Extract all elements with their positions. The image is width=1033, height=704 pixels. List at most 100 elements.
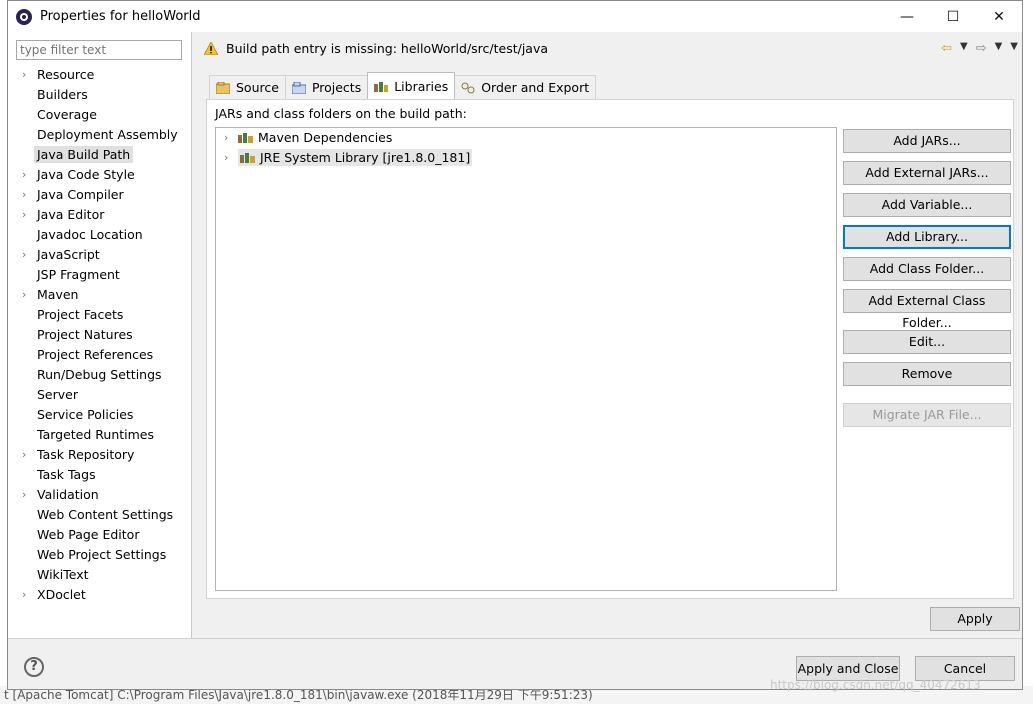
sidebar-item[interactable]: JSP Fragment (8, 265, 192, 285)
add-library-button[interactable]: Add Library... (843, 225, 1011, 249)
sidebar-item-label: Service Policies (37, 407, 134, 422)
sidebar-item-label: Server (37, 387, 78, 402)
expand-chevron-icon[interactable]: › (22, 205, 26, 225)
expand-chevron-icon[interactable]: › (22, 445, 26, 465)
sidebar-item[interactable]: Web Content Settings (8, 505, 192, 525)
sidebar-item[interactable]: Task Tags (8, 465, 192, 485)
sidebar-item[interactable]: › Maven (8, 285, 192, 305)
forward-arrow-icon[interactable]: ⇨ (976, 41, 987, 56)
sidebar-item[interactable]: Javadoc Location (8, 225, 192, 245)
sidebar-item[interactable]: Web Page Editor (8, 525, 192, 545)
sidebar-item-label: Deployment Assembly (37, 127, 178, 142)
expand-chevron-icon[interactable]: › (22, 585, 26, 605)
close-button[interactable]: ✕ (976, 1, 1022, 32)
tab-order-and-export-label: Order and Export (481, 80, 590, 95)
migrate-jar-button[interactable]: Migrate JAR File... (843, 403, 1011, 427)
sidebar-item[interactable]: › Java Editor (8, 205, 192, 225)
tab-projects-label: Projects (311, 80, 362, 95)
sidebar-item-label: Coverage (37, 107, 97, 122)
help-icon[interactable]: ? (24, 657, 44, 677)
window-controls: — ☐ ✕ (884, 1, 1022, 32)
expand-chevron-icon[interactable]: › (22, 285, 26, 305)
library-entry-label: Maven Dependencies (258, 130, 393, 145)
sidebar-item[interactable]: Project Facets (8, 305, 192, 325)
sidebar-item[interactable]: WikiText (8, 565, 192, 585)
sidebar-item[interactable]: Server (8, 385, 192, 405)
sidebar-item[interactable]: › JavaScript (8, 245, 192, 265)
expand-chevron-icon[interactable]: › (22, 185, 26, 205)
sidebar-item[interactable]: Builders (8, 85, 192, 105)
source-folder-icon (215, 81, 231, 94)
sidebar-item-label: Java Compiler (37, 187, 124, 202)
button-bar-separator (8, 638, 1022, 639)
sidebar-item[interactable]: › Java Code Style (8, 165, 192, 185)
sidebar-item-label: WikiText (37, 567, 89, 582)
message-area: Build path entry is missing: helloWorld/… (204, 39, 548, 57)
library-entry[interactable]: › Maven Dependencies (216, 128, 836, 148)
title-bar: Properties for helloWorld — ☐ ✕ (8, 1, 1022, 32)
build-path-tabs: Source Projects Libraries Order and Expo… (209, 72, 597, 99)
eclipse-icon (16, 8, 32, 25)
add-external-class-folder-button[interactable]: Add External Class Folder... (843, 289, 1011, 330)
library-icon (238, 129, 254, 143)
add-variable-button[interactable]: Add Variable... (843, 193, 1011, 217)
maximize-button[interactable]: ☐ (930, 1, 976, 32)
sidebar-item[interactable]: Coverage (8, 105, 192, 125)
expand-chevron-icon[interactable]: › (224, 128, 228, 148)
build-path-page: Build path entry is missing: helloWorld/… (192, 32, 1022, 638)
library-entry[interactable]: › JRE System Library [jre1.8.0_181] (216, 148, 836, 168)
sidebar-item-label: Web Project Settings (37, 547, 167, 562)
tab-projects[interactable]: Projects (284, 75, 369, 99)
back-menu-chevron-icon[interactable]: ▼ (960, 41, 968, 56)
sidebar-item-label: Run/Debug Settings (37, 367, 162, 382)
sidebar-item-label: Java Editor (37, 207, 105, 222)
filter-input[interactable] (16, 40, 182, 60)
minimize-button[interactable]: — (884, 1, 930, 32)
sidebar-item[interactable]: › Resource (8, 65, 192, 85)
expand-chevron-icon[interactable]: › (22, 65, 26, 85)
sidebar-item[interactable]: Java Build Path (8, 145, 192, 165)
add-external-jars-button[interactable]: Add External JARs... (843, 161, 1011, 185)
sidebar-item[interactable]: Project Natures (8, 325, 192, 345)
back-arrow-icon[interactable]: ⇦ (941, 41, 952, 56)
sidebar-item-label: Web Content Settings (37, 507, 174, 522)
sidebar-item-label: Builders (37, 87, 88, 102)
forward-menu-chevron-icon[interactable]: ▼ (995, 41, 1003, 56)
expand-chevron-icon[interactable]: › (224, 148, 228, 168)
sidebar-item-label: JSP Fragment (37, 267, 120, 282)
libraries-caption: JARs and class folders on the build path… (215, 106, 467, 121)
warning-icon (204, 41, 218, 55)
page-navigation: ⇦ ▼ ⇨ ▼ ▼ (941, 41, 1018, 56)
apply-button[interactable]: Apply (930, 607, 1020, 631)
edit-button[interactable]: Edit... (843, 330, 1011, 354)
sidebar-item[interactable]: Web Project Settings (8, 545, 192, 565)
sidebar-item[interactable]: Project References (8, 345, 192, 365)
sidebar-item[interactable]: Service Policies (8, 405, 192, 425)
sidebar-item-label: Web Page Editor (37, 527, 140, 542)
tab-libraries[interactable]: Libraries (367, 72, 456, 99)
sidebar-item[interactable]: › Task Repository (8, 445, 192, 465)
view-menu-icon[interactable]: ▼ (1010, 41, 1018, 56)
sidebar-item[interactable]: Deployment Assembly (8, 125, 192, 145)
add-jars-button[interactable]: Add JARs... (843, 129, 1011, 153)
expand-chevron-icon[interactable]: › (22, 485, 26, 505)
sidebar-item[interactable]: Targeted Runtimes (8, 425, 192, 445)
library-entry-content: Maven Dependencies (238, 130, 392, 145)
tab-source[interactable]: Source (209, 75, 286, 99)
sidebar-item[interactable]: › XDoclet (8, 585, 192, 605)
add-class-folder-button[interactable]: Add Class Folder... (843, 257, 1011, 281)
libraries-icon (374, 80, 389, 92)
sidebar-item[interactable]: › Java Compiler (8, 185, 192, 205)
library-entry-label: JRE System Library [jre1.8.0_181] (260, 150, 471, 165)
remove-button[interactable]: Remove (843, 362, 1011, 386)
sidebar-item[interactable]: › Validation (8, 485, 192, 505)
expand-chevron-icon[interactable]: › (22, 245, 26, 265)
expand-chevron-icon[interactable]: › (22, 165, 26, 185)
sidebar-item[interactable]: Run/Debug Settings (8, 365, 192, 385)
sidebar-item-label: Java Code Style (37, 167, 135, 182)
sidebar-item-label: XDoclet (37, 587, 86, 602)
sidebar-item-label: Maven (37, 287, 79, 302)
background-editor-right (1022, 0, 1033, 704)
tab-order-and-export[interactable]: Order and Export (454, 75, 597, 99)
libraries-tree[interactable]: › Maven Dependencies › JRE System Library [… (215, 127, 837, 591)
